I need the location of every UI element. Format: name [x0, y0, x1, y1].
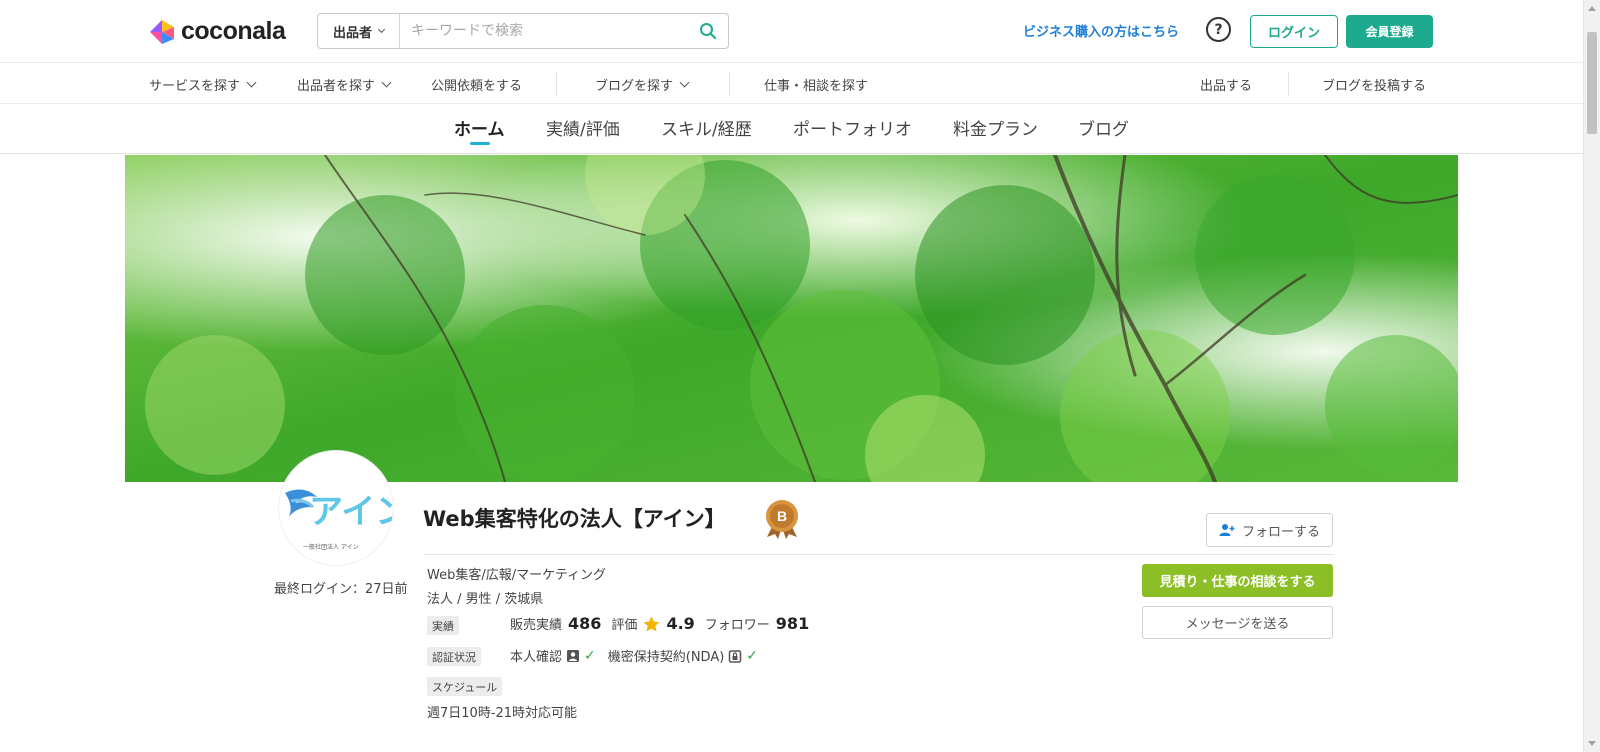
nda-label: 機密保持契約(NDA): [607, 650, 725, 665]
avatar-logo-text: アイン: [309, 493, 393, 531]
nav-find-jobs-label: 仕事・相談を探す: [764, 79, 869, 94]
business-purchase-link[interactable]: ビジネス購入の方はこちら: [1023, 21, 1179, 40]
tag-verification: 認証状況: [427, 647, 481, 666]
page-scrollbar[interactable]: [1583, 0, 1600, 752]
coconala-logo[interactable]: coconala: [149, 17, 286, 46]
site-header: coconala 出品者 ビジネス購入の方はこちら ? ログイン 会員登録: [0, 0, 1583, 62]
nav-post-blog[interactable]: ブログを投稿する: [1322, 75, 1426, 94]
page: coconala 出品者 ビジネス購入の方はこちら ? ログイン 会員登録 サー…: [0, 0, 1600, 752]
seller-attributes: 法人 / 男性 / 茨城県: [427, 592, 544, 607]
nav-list-service[interactable]: 出品する: [1200, 75, 1252, 94]
nav-find-services[interactable]: サービスを探す: [149, 75, 257, 94]
nav-divider: [729, 72, 730, 96]
search-category-select[interactable]: 出品者: [318, 14, 400, 48]
id-card-icon: [567, 649, 580, 662]
rating-value: 4.9: [666, 614, 695, 633]
tag-schedule: スケジュール: [427, 677, 503, 696]
sub-navigation: サービスを探す 出品者を探す 公開依頼をする ブログを探す 仕事・相談を探す 出…: [0, 62, 1583, 104]
nav-post-blog-label: ブログを投稿する: [1322, 79, 1427, 94]
seller-name: Web集客特化の法人【アイン】: [423, 507, 726, 531]
tag-record: 実績: [427, 616, 459, 635]
search-bar: 出品者: [317, 13, 729, 49]
nav-list-service-label: 出品する: [1200, 79, 1253, 94]
lock-document-icon: [729, 649, 742, 663]
follow-button-label: フォローする: [1241, 524, 1320, 540]
rank-badge-letter: B: [777, 508, 787, 524]
tab-blog[interactable]: ブログ: [1078, 115, 1129, 140]
bronze-rank-badge: B: [766, 500, 798, 539]
seller-stats: 販売実績 486 評価 4.9 フォロワー 981: [510, 614, 813, 633]
follow-button[interactable]: フォローする: [1206, 513, 1333, 547]
nav-find-sellers-label: 出品者を探す: [297, 79, 376, 94]
last-login-text: 最終ログイン：27日前: [274, 582, 408, 597]
nav-divider: [1288, 72, 1289, 96]
seller-category[interactable]: Web集客/広報/マーケティング: [427, 564, 606, 583]
active-tab-indicator: [470, 142, 490, 145]
schedule-text: 週7日10時-21時対応可能: [427, 706, 578, 721]
nav-find-blogs-label: ブログを探す: [595, 79, 674, 94]
logo-text: coconala: [181, 17, 286, 45]
profile-divider: [423, 554, 1334, 555]
nav-public-requests-label: 公開依頼をする: [431, 79, 523, 94]
followers-label: フォロワー: [704, 618, 770, 633]
scroll-up-arrow-icon[interactable]: [1588, 6, 1596, 11]
search-icon: [700, 23, 717, 40]
nav-find-sellers[interactable]: 出品者を探す: [297, 75, 392, 94]
avatar-caption: 一般社団法人 アイン: [303, 543, 359, 551]
nav-divider: [556, 72, 557, 96]
consult-button[interactable]: 見積り・仕事の相談をする: [1142, 564, 1333, 597]
check-icon: ✓: [584, 647, 596, 664]
tab-portfolio[interactable]: ポートフォリオ: [793, 115, 912, 140]
nav-find-jobs[interactable]: 仕事・相談を探す: [764, 75, 868, 94]
chevron-down-icon: [377, 25, 386, 34]
scroll-down-arrow-icon[interactable]: [1588, 741, 1596, 746]
search-input[interactable]: [400, 14, 688, 48]
nav-find-blogs[interactable]: ブログを探す: [595, 75, 690, 94]
verification-status: 本人確認 ✓ 機密保持契約(NDA) ✓: [510, 646, 766, 666]
profile-cover-image: [125, 155, 1458, 482]
tab-achievements[interactable]: 実績/評価: [546, 115, 620, 140]
send-message-button[interactable]: メッセージを送る: [1142, 606, 1333, 639]
coconala-logo-icon: [150, 19, 174, 44]
tab-pricing[interactable]: 料金プラン: [953, 115, 1038, 140]
rating-label: 評価: [611, 618, 638, 633]
register-button[interactable]: 会員登録: [1346, 15, 1433, 48]
search-button[interactable]: [688, 14, 728, 48]
chevron-down-icon: [381, 77, 392, 88]
help-icon[interactable]: ?: [1206, 17, 1231, 42]
green-leaves-illustration: [125, 155, 1458, 482]
chevron-down-icon: [679, 77, 690, 88]
identity-verified-label: 本人確認: [510, 650, 563, 665]
nav-find-services-label: サービスを探す: [149, 79, 241, 94]
ain-logo-icon: アイン 一般社団法人 アイン: [285, 489, 393, 551]
sales-value: 486: [568, 614, 602, 633]
search-category-label: 出品者: [332, 25, 372, 41]
star-icon: [644, 616, 660, 631]
login-button[interactable]: ログイン: [1250, 15, 1338, 48]
tab-home[interactable]: ホーム: [454, 115, 505, 140]
profile-avatar[interactable]: アイン 一般社団法人 アイン: [279, 451, 393, 565]
followers-value: 981: [775, 614, 810, 633]
tab-skills[interactable]: スキル/経歴: [661, 115, 752, 140]
scrollbar-thumb[interactable]: [1587, 32, 1597, 134]
profile-tabs: ホーム 実績/評価 スキル/経歴 ポートフォリオ 料金プラン ブログ: [0, 104, 1583, 154]
sales-label: 販売実績: [510, 618, 563, 633]
nav-public-requests[interactable]: 公開依頼をする: [431, 75, 522, 94]
add-user-icon: [1219, 524, 1235, 536]
chevron-down-icon: [246, 77, 257, 88]
check-icon: ✓: [746, 647, 759, 664]
